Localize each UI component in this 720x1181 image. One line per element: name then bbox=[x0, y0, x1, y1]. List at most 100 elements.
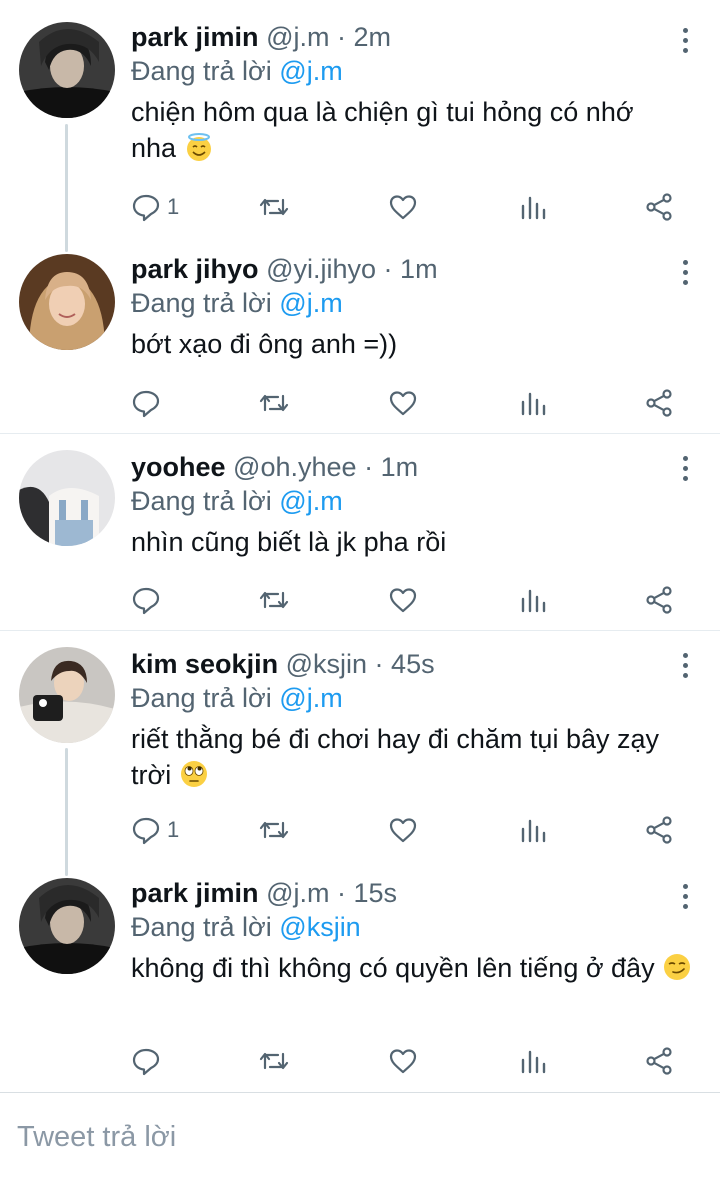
like-button[interactable] bbox=[388, 813, 418, 847]
retweet-button[interactable] bbox=[258, 813, 290, 847]
author-name[interactable]: park jimin bbox=[131, 878, 259, 908]
replying-to: Đang trả lời @j.m bbox=[131, 681, 700, 715]
reply-composer[interactable]: Tweet trả lời bbox=[0, 1092, 720, 1181]
author-handle[interactable]: @ksjin bbox=[286, 649, 367, 679]
author-name[interactable]: park jihyo bbox=[131, 254, 259, 284]
tweet-header: park jimin @j.m · 2m bbox=[131, 20, 700, 54]
tweet-text: bớt xạo đi ông anh =)) bbox=[131, 329, 398, 359]
mention-link[interactable]: @j.m bbox=[279, 288, 342, 318]
retweet-button[interactable] bbox=[258, 190, 290, 224]
separator-dot: · bbox=[374, 649, 384, 679]
tweet-3[interactable]: yoohee @oh.yhee · 1m Đang trả lời @j.m n… bbox=[0, 434, 720, 630]
tweet-1[interactable]: park jimin @j.m · 2m Đang trả lời @j.m c… bbox=[0, 0, 720, 238]
avatar-kim-seokjin[interactable] bbox=[19, 647, 115, 743]
share-icon bbox=[646, 586, 672, 614]
separator-dot: · bbox=[383, 254, 393, 284]
more-options-icon[interactable] bbox=[680, 456, 690, 486]
mention-link[interactable]: @ksjin bbox=[279, 912, 360, 942]
analytics-button[interactable] bbox=[518, 583, 548, 617]
author-name[interactable]: yoohee bbox=[131, 452, 226, 482]
separator-dot: · bbox=[336, 22, 346, 52]
share-icon bbox=[646, 389, 672, 417]
avatar-yoohee[interactable] bbox=[19, 450, 115, 546]
share-button[interactable] bbox=[644, 813, 674, 847]
replying-to-label: Đang trả lời bbox=[131, 288, 272, 318]
share-button[interactable] bbox=[644, 583, 674, 617]
reply-count: 1 bbox=[167, 194, 180, 219]
timestamp[interactable]: 45s bbox=[391, 649, 435, 679]
author-handle[interactable]: @yi.jihyo bbox=[266, 254, 376, 284]
separator-dot: · bbox=[336, 878, 346, 908]
tweet-text: riết thằng bé đi chơi hay đi chăm tụi bâ… bbox=[131, 721, 696, 798]
reply-button[interactable] bbox=[131, 1044, 167, 1078]
tweet-text: nhìn cũng biết là jk pha rồi bbox=[131, 527, 447, 557]
retweet-icon bbox=[259, 1052, 289, 1070]
smiling-face-with-halo-icon bbox=[184, 132, 214, 171]
more-options-icon[interactable] bbox=[680, 260, 690, 290]
share-button[interactable] bbox=[644, 190, 674, 224]
replying-to: Đang trả lời @j.m bbox=[131, 484, 700, 518]
like-button[interactable] bbox=[388, 386, 418, 420]
avatar-park-jimin[interactable] bbox=[19, 878, 115, 974]
tweet-header: yoohee @oh.yhee · 1m bbox=[131, 450, 700, 484]
more-options-icon[interactable] bbox=[680, 884, 690, 914]
timestamp[interactable]: 1m bbox=[400, 254, 438, 284]
heart-icon bbox=[389, 588, 417, 613]
reply-button[interactable] bbox=[131, 386, 167, 420]
avatar-park-jimin[interactable] bbox=[19, 22, 115, 118]
separator-dot: · bbox=[364, 452, 374, 482]
retweet-button[interactable] bbox=[258, 386, 290, 420]
share-icon bbox=[646, 1047, 672, 1075]
mention-link[interactable]: @j.m bbox=[279, 56, 342, 86]
timestamp[interactable]: 15s bbox=[354, 878, 398, 908]
mention-link[interactable]: @j.m bbox=[279, 683, 342, 713]
replying-to-label: Đang trả lời bbox=[131, 912, 272, 942]
like-button[interactable] bbox=[388, 1044, 418, 1078]
analytics-button[interactable] bbox=[518, 386, 548, 420]
retweet-icon bbox=[259, 198, 289, 216]
tweet-header: park jimin @j.m · 15s bbox=[131, 876, 700, 910]
tweet-actions bbox=[131, 386, 691, 420]
author-name[interactable]: park jimin bbox=[131, 22, 259, 52]
mention-link[interactable]: @j.m bbox=[279, 486, 342, 516]
tweet-header: park jihyo @yi.jihyo · 1m bbox=[131, 252, 700, 286]
retweet-icon bbox=[259, 591, 289, 609]
analytics-button[interactable] bbox=[518, 813, 548, 847]
analytics-icon bbox=[521, 1050, 546, 1074]
like-button[interactable] bbox=[388, 583, 418, 617]
retweet-button[interactable] bbox=[258, 583, 290, 617]
reply-icon bbox=[132, 587, 160, 615]
reply-button[interactable]: 1 bbox=[131, 190, 179, 224]
reply-icon bbox=[132, 390, 160, 418]
analytics-icon bbox=[521, 392, 546, 416]
face-with-rolling-eyes-icon bbox=[179, 759, 209, 798]
more-options-icon[interactable] bbox=[680, 653, 690, 683]
author-name[interactable]: kim seokjin bbox=[131, 649, 278, 679]
tweet-5[interactable]: park jimin @j.m · 15s Đang trả lời @ksji… bbox=[0, 862, 720, 1092]
reply-icon bbox=[132, 817, 160, 845]
tweet-text: không đi thì không có quyền lên tiếng ở … bbox=[131, 950, 696, 991]
tweet-4[interactable]: kim seokjin @ksjin · 45s Đang trả lời @j… bbox=[0, 631, 720, 861]
analytics-button[interactable] bbox=[518, 1044, 548, 1078]
tweet-actions: 1 bbox=[131, 190, 691, 224]
timestamp[interactable]: 2m bbox=[354, 22, 392, 52]
share-button[interactable] bbox=[644, 386, 674, 420]
reply-button[interactable]: 1 bbox=[131, 813, 179, 847]
reply-input-placeholder[interactable]: Tweet trả lời bbox=[17, 1121, 176, 1154]
reply-button[interactable] bbox=[131, 583, 167, 617]
analytics-button[interactable] bbox=[518, 190, 548, 224]
share-button[interactable] bbox=[644, 1044, 674, 1078]
author-handle[interactable]: @j.m bbox=[266, 22, 329, 52]
like-button[interactable] bbox=[388, 190, 418, 224]
more-options-icon[interactable] bbox=[680, 28, 690, 58]
author-handle[interactable]: @oh.yhee bbox=[233, 452, 357, 482]
author-handle[interactable]: @j.m bbox=[266, 878, 329, 908]
heart-icon bbox=[389, 391, 417, 416]
retweet-icon bbox=[259, 394, 289, 412]
avatar-park-jihyo[interactable] bbox=[19, 254, 115, 350]
retweet-button[interactable] bbox=[258, 1044, 290, 1078]
analytics-icon bbox=[521, 819, 546, 843]
tweet-2[interactable]: park jihyo @yi.jihyo · 1m Đang trả lời @… bbox=[0, 250, 720, 433]
replying-to: Đang trả lời @j.m bbox=[131, 54, 700, 88]
timestamp[interactable]: 1m bbox=[381, 452, 419, 482]
